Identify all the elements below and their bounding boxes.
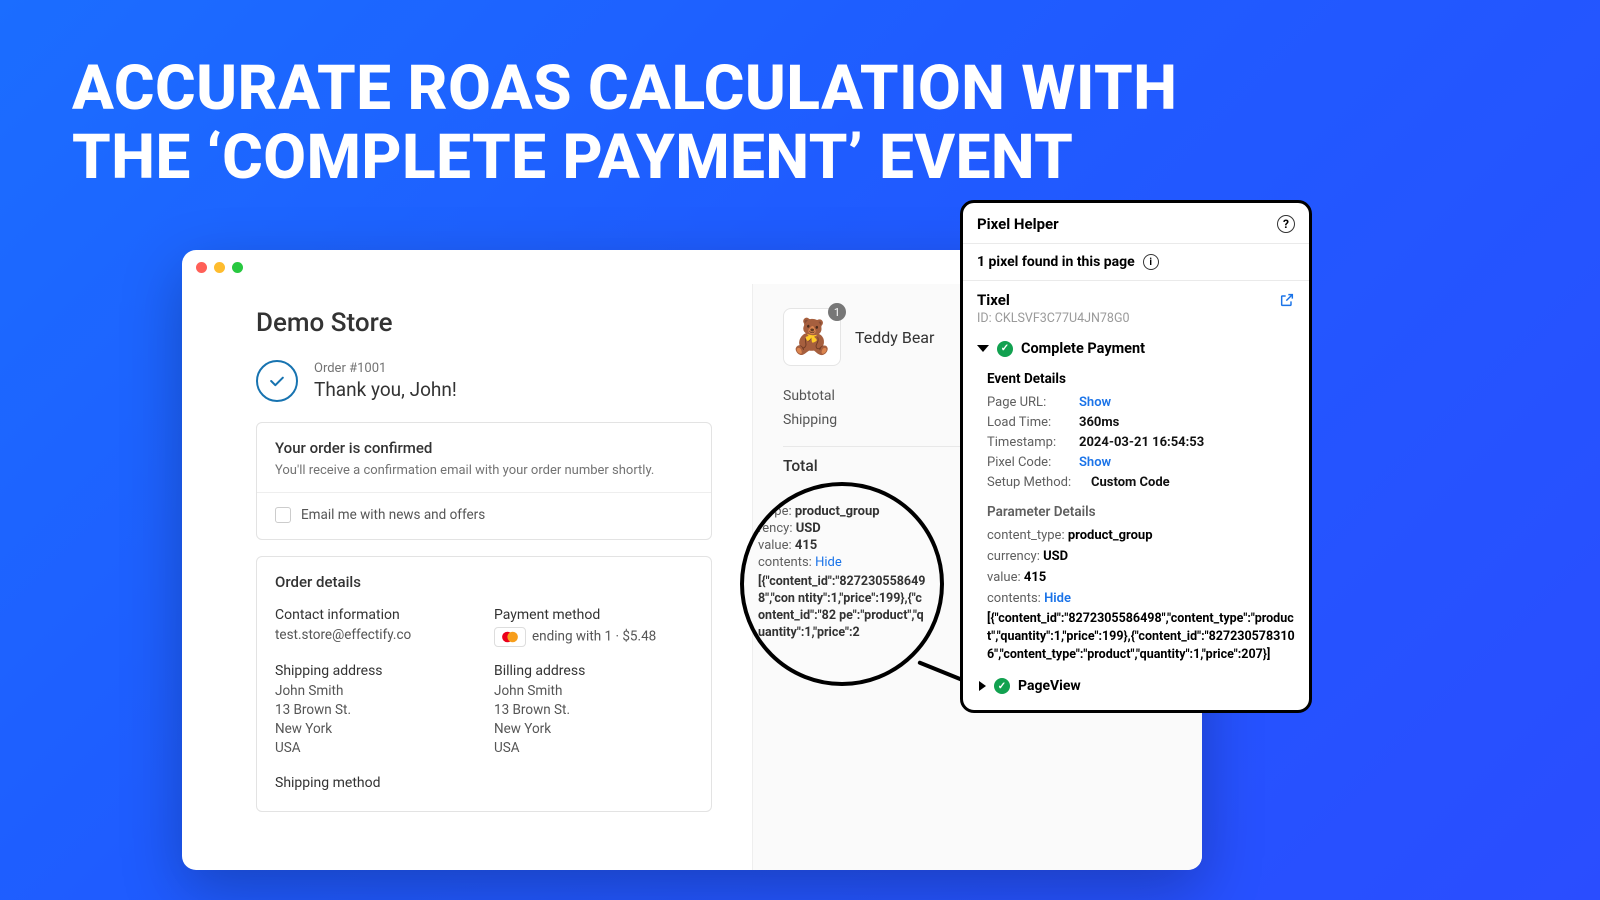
event-details-heading: Event Details bbox=[987, 371, 1295, 387]
payment-label: Payment method bbox=[494, 607, 693, 623]
check-icon: ✓ bbox=[997, 341, 1013, 357]
caret-down-icon bbox=[977, 345, 989, 352]
check-icon: ✓ bbox=[994, 678, 1010, 694]
pageview-event[interactable]: ✓ PageView bbox=[979, 678, 1295, 694]
pixel-found-text: 1 pixel found in this page bbox=[977, 254, 1135, 270]
store-title: Demo Store bbox=[256, 308, 712, 338]
help-icon[interactable]: ? bbox=[1277, 215, 1295, 233]
contact-label: Contact information bbox=[275, 607, 474, 623]
close-icon[interactable] bbox=[196, 262, 207, 273]
info-icon[interactable]: i bbox=[1143, 254, 1159, 270]
window-traffic-lights bbox=[196, 262, 243, 273]
order-details-panel: Order details Contact information test.s… bbox=[256, 556, 712, 812]
shipping-label: Shipping bbox=[783, 412, 837, 428]
thank-you-text: Thank you, John! bbox=[314, 378, 457, 401]
contents-json: [{"content_id":"8272305586498","content_… bbox=[987, 610, 1295, 664]
confirm-title: Your order is confirmed bbox=[275, 439, 693, 457]
confirmation-panel: Your order is confirmed You'll receive a… bbox=[256, 422, 712, 540]
marketing-headline: ACCURATE ROAS CALCULATION WITH THE ‘COMP… bbox=[72, 54, 1540, 193]
complete-payment-event[interactable]: ✓ Complete Payment bbox=[977, 340, 1295, 357]
hide-link[interactable]: Hide bbox=[815, 555, 842, 570]
open-external-icon[interactable] bbox=[1279, 292, 1295, 308]
billing-address-label: Billing address bbox=[494, 663, 693, 679]
param-value: 415 bbox=[1024, 570, 1046, 585]
pixel-helper-popover: Pixel Helper ? 1 pixel found in this pag… bbox=[960, 200, 1312, 713]
setup-method-value: Custom Code bbox=[1091, 475, 1170, 490]
shipping-address-label: Shipping address bbox=[275, 663, 474, 679]
teddy-bear-icon: 🧸 bbox=[791, 320, 833, 354]
magnifier-json: [{"content_id":"8272305586498","con ntit… bbox=[758, 574, 926, 642]
show-pixel-code-link[interactable]: Show bbox=[1079, 455, 1111, 470]
pixel-id: ID: CKLSVF3C77U4JN78G0 bbox=[977, 311, 1295, 326]
maximize-icon[interactable] bbox=[232, 262, 243, 273]
order-number: Order #1001 bbox=[314, 361, 457, 376]
billing-address: John Smith 13 Brown St. New York USA bbox=[494, 683, 693, 756]
parameter-details-heading: Parameter Details bbox=[987, 504, 1295, 520]
show-page-url-link[interactable]: Show bbox=[1079, 395, 1111, 410]
quantity-badge: 1 bbox=[828, 303, 846, 321]
product-thumbnail: 🧸 1 bbox=[783, 308, 841, 366]
minimize-icon[interactable] bbox=[214, 262, 225, 273]
mastercard-icon bbox=[494, 627, 526, 647]
param-currency: USD bbox=[1043, 549, 1068, 564]
confirm-subtitle: You'll receive a confirmation email with… bbox=[275, 463, 693, 478]
shipping-method-label: Shipping method bbox=[275, 775, 474, 791]
contact-email: test.store@effectify.co bbox=[275, 627, 474, 643]
check-circle-icon bbox=[256, 360, 298, 402]
payment-method: ending with 1 · $5.48 bbox=[494, 627, 693, 647]
newsletter-checkbox[interactable] bbox=[275, 507, 291, 523]
newsletter-label: Email me with news and offers bbox=[301, 507, 485, 523]
subtotal-label: Subtotal bbox=[783, 388, 835, 404]
magnifier-lens: _type: product_group rency: USD value: 4… bbox=[740, 482, 944, 686]
caret-right-icon bbox=[979, 681, 986, 691]
product-name: Teddy Bear bbox=[855, 328, 934, 347]
order-details-title: Order details bbox=[275, 573, 693, 591]
param-content-type: product_group bbox=[1068, 528, 1153, 543]
load-time-value: 360ms bbox=[1079, 415, 1119, 430]
shipping-address: John Smith 13 Brown St. New York USA bbox=[275, 683, 474, 756]
pixel-helper-title: Pixel Helper bbox=[977, 215, 1059, 233]
total-label: Total bbox=[783, 457, 818, 475]
tixel-title: Tixel bbox=[977, 291, 1010, 309]
hide-contents-link[interactable]: Hide bbox=[1044, 591, 1071, 606]
timestamp-value: 2024-03-21 16:54:53 bbox=[1079, 435, 1204, 450]
